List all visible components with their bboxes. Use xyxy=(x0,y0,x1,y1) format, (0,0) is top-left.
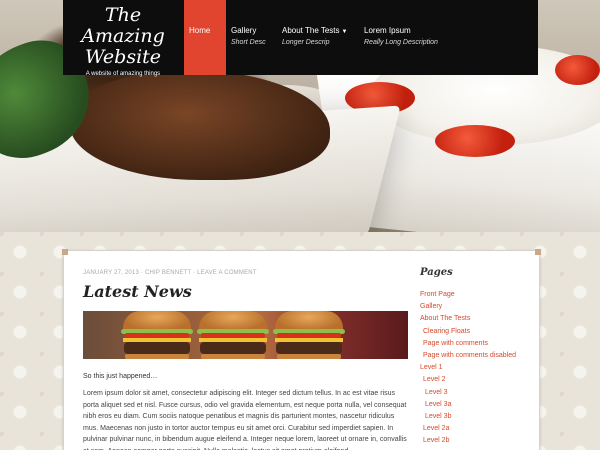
card-corner xyxy=(62,249,68,255)
sidebar-item-level-2a[interactable]: Level 2a xyxy=(420,423,530,435)
sidebar: Pages Front Page Gallery About The Tests… xyxy=(420,267,530,447)
site-logo[interactable]: The Amazing Website A website of amazing… xyxy=(63,0,183,78)
sidebar-item-level-3[interactable]: Level 3 xyxy=(420,387,530,399)
sidebar-item-level-1[interactable]: Level 1 xyxy=(420,362,530,374)
nav-item-lorem-ipsum[interactable]: Lorem Ipsum Really Long Description xyxy=(364,0,448,75)
sidebar-title: Pages xyxy=(420,267,453,278)
sidebar-item-level-3a[interactable]: Level 3a xyxy=(420,399,530,411)
post-date[interactable]: JANUARY 27, 2013 xyxy=(83,270,139,276)
sidebar-item-level-2b[interactable]: Level 2b xyxy=(420,435,530,447)
burger-image xyxy=(121,311,193,359)
sidebar-item-about-the-tests[interactable]: About The Tests xyxy=(420,313,530,325)
sidebar-item-level-3b[interactable]: Level 3b xyxy=(420,411,530,423)
sidebar-item-page-with-comments-disabled[interactable]: Page with comments disabled xyxy=(420,350,530,362)
post-body: Lorem ipsum dolor sit amet, consectetur … xyxy=(83,390,407,450)
nav-item-home[interactable]: Home xyxy=(184,0,226,75)
post-title[interactable]: Latest News xyxy=(83,282,408,301)
featured-image[interactable] xyxy=(83,311,408,359)
burger-image xyxy=(197,311,269,359)
post-meta: JANUARY 27, 2013 · CHIP BENNETT · LEAVE … xyxy=(83,270,257,276)
nav-item-gallery[interactable]: Gallery Short Desc xyxy=(226,0,282,75)
sidebar-item-page-with-comments[interactable]: Page with comments xyxy=(420,338,530,350)
main-column: JANUARY 27, 2013 · CHIP BENNETT · LEAVE … xyxy=(83,270,408,450)
content-card: JANUARY 27, 2013 · CHIP BENNETT · LEAVE … xyxy=(62,249,541,450)
burger-image xyxy=(273,311,345,359)
comments-link[interactable]: LEAVE A COMMENT xyxy=(197,270,257,276)
pages-list: Front Page Gallery About The Tests Clear… xyxy=(420,289,530,447)
site-title[interactable]: The Amazing Website xyxy=(63,0,183,68)
sidebar-item-gallery[interactable]: Gallery xyxy=(420,301,530,313)
site-tagline: A website of amazing things xyxy=(85,71,161,77)
sidebar-item-level-2[interactable]: Level 2 xyxy=(420,374,530,386)
sidebar-item-front-page[interactable]: Front Page xyxy=(420,289,530,301)
post-author[interactable]: CHIP BENNETT xyxy=(145,270,191,276)
nav-item-about-the-tests[interactable]: About The Tests ▼ Longer Descrip xyxy=(282,0,364,75)
card-corner xyxy=(535,249,541,255)
main-nav: Home Gallery Short Desc About The Tests ▼… xyxy=(184,0,448,75)
sidebar-item-clearing-floats[interactable]: Clearing Floats xyxy=(420,326,530,338)
site-header: The Amazing Website A website of amazing… xyxy=(63,0,538,78)
caret-down-icon: ▼ xyxy=(341,29,348,35)
post-intro: So this just happened… xyxy=(83,373,158,380)
